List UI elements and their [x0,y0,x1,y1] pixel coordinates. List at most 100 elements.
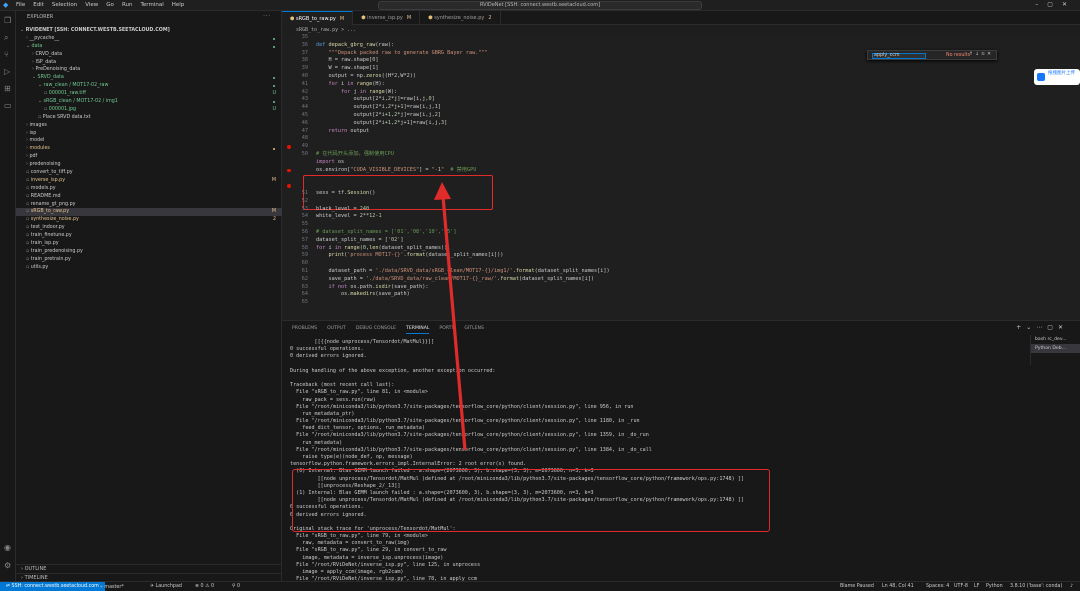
remote-indicator[interactable]: ⇌ SSH: connect.westb.seetacloud.com [0,582,105,591]
eol[interactable]: LF [974,584,979,589]
terminal-instance[interactable]: Python Deb... [1031,344,1080,353]
code-line[interactable]: 51 sess = tf.Session() [282,190,1080,198]
code-line[interactable]: 42 for j in range(W): [282,89,1080,97]
tree-item[interactable]: ▫ train_predenoising.py [16,248,282,256]
problems-indicator[interactable]: ⊗ 0 ⚠ 0 [195,584,214,589]
code-line[interactable]: 44 output[2*i,2*j+1]=raw[i,j,1] [282,104,1080,112]
account-icon[interactable]: ◉ [4,543,11,552]
code-line[interactable]: 62 save_path = './data/SRVD_data/raw_cle… [282,276,1080,284]
code-line[interactable]: 63 if not os.path.isdir(save_path): [282,284,1080,292]
menu-item-go[interactable]: Go [106,2,114,8]
code-line[interactable]: 53 black_level = 240 [282,206,1080,214]
tree-item[interactable]: ▫ 000001.jpg U [16,106,282,114]
tree-item[interactable]: ▫ models.py [16,185,282,193]
tree-item[interactable]: ▫ test_indoor.py [16,224,282,232]
breakpoint-icon[interactable] [287,184,291,188]
panel-tab-debug-console[interactable]: DEBUG CONSOLE [356,326,396,335]
tree-item[interactable]: ▫ Place SRVD data.txt [16,114,282,122]
code-line[interactable]: 59 print('process MOT17-{}'.format(datas… [282,252,1080,260]
panel-tab-gitlens[interactable]: GITLENS [464,326,484,335]
python-interpreter[interactable]: 3.8.10 ('base': conda) [1010,584,1062,589]
code-line[interactable]: 57 dataset_split_names = ['02'] [282,237,1080,245]
command-center[interactable]: RViDeNet [SSH: connect.westb.seetacloud.… [378,1,702,10]
tree-item[interactable]: ▫ synthesize_noise.py 2 [16,216,282,224]
editor-tab[interactable]: ⬢ inverse_isp.py M [353,11,421,25]
code-line[interactable] [282,174,1080,182]
terminal-output[interactable]: [[{{node unprocess/Tensordot/MatMul}}]] 0… [290,339,1038,591]
menu-item-run[interactable]: Run [122,2,133,8]
tree-item[interactable]: › pdf [16,153,282,161]
code-view[interactable]: 35 36 def depack_gbrg_raw(raw): 37 """Depac… [282,34,1080,320]
tree-item[interactable]: › model [16,137,282,145]
code-line[interactable]: 52 [282,198,1080,206]
editor-tab[interactable]: ⬢ sRGB_to_raw.py M [282,11,354,25]
tree-item[interactable]: › __pycache__ [16,35,282,43]
menu-item-edit[interactable]: Edit [33,2,44,8]
encoding[interactable]: UTF-8 [954,584,968,589]
search-icon[interactable]: ⌕ [4,33,8,43]
code-line[interactable]: 45 output[2*i+1,2*j]=raw[i,j,2] [282,112,1080,120]
tree-item[interactable]: › isp [16,130,282,138]
code-line[interactable]: 49 [282,143,1080,151]
tree-item[interactable]: ▫ rename_gt_png.py [16,201,282,209]
tree-item[interactable]: ⌄ data [16,43,282,51]
blame-indicator[interactable]: Blame Paused [840,584,874,589]
code-line[interactable]: 50 # 在代码开头添加，强制使用CPU [282,151,1080,159]
code-line[interactable]: 48 [282,135,1080,143]
tree-item[interactable]: ⌄ raw_clean / MOT17-02_raw [16,82,282,90]
tree-item[interactable]: ⌄ SRVD_data [16,74,282,82]
breakpoint-icon[interactable] [287,145,291,149]
extensions-icon[interactable]: ⊞ [4,84,11,93]
tree-item[interactable]: ▫ train_pretrain.py [16,256,282,264]
editor-tab[interactable]: ⬢ synthesize_noise.py 2 [420,11,501,25]
code-line[interactable]: 46 output[2*i+1,2*j+1]=raw[i,j,3] [282,120,1080,128]
bell-icon[interactable]: ♪ [1070,584,1073,589]
tree-item[interactable]: › ISP_data [16,59,282,67]
code-line[interactable]: 61 dataset_path = './data/SRVD_data/sRGB… [282,268,1080,276]
tree-item[interactable]: › images [16,122,282,130]
tree-item[interactable]: ⌄ RVIDENET [SSH: CONNECT.WESTB.SEETACLOU… [16,27,282,35]
panel-tab-ports[interactable]: PORTS [439,326,454,335]
remote-explorer-icon[interactable]: ▭ [4,101,12,110]
tree-item[interactable]: ▫ sRGB_to_raw.py M [16,208,282,217]
code-line[interactable]: os.environ["CUDA_VISIBLE_DEVICES"] = "-1… [282,167,1080,175]
menu-item-selection[interactable]: Selection [52,2,77,8]
gear-icon[interactable]: ⚙ [4,561,11,570]
menu-item-view[interactable]: View [85,2,98,8]
branch-indicator[interactable]: ⑂ master* [100,584,124,590]
code-line[interactable]: 41 for i in range(H): [282,81,1080,89]
run-debug-icon[interactable]: ▷ [4,67,10,76]
find-nav-icons[interactable]: ↑↓≡✕ [969,52,993,57]
ports-indicator[interactable]: ⚲ 0 [232,584,240,589]
code-line[interactable]: 56 # dataset_split_names = ['01','08','10… [282,229,1080,237]
menu-item-help[interactable]: Help [172,2,185,8]
terminal-instance[interactable]: bash rc_dev... [1031,335,1080,344]
tree-item[interactable]: ▫ 000001_raw.tiff U [16,90,282,98]
code-line[interactable] [282,182,1080,190]
tree-item[interactable]: ▫ utils.py [16,264,282,272]
more-icon[interactable]: ··· [263,13,271,19]
tree-item[interactable]: ▫ inverse_isp.py M [16,177,282,185]
find-input[interactable]: apply_ccm [872,53,926,59]
tree-item[interactable]: › PreDenoising_data [16,66,282,74]
code-line[interactable]: 60 [282,260,1080,268]
tree-item[interactable]: ▫ README.md [16,193,282,201]
menu-item-terminal[interactable]: Terminal [140,2,163,8]
code-line[interactable]: 64 os.makedirs(save_path) [282,291,1080,299]
tree-item[interactable]: ▫ convert_to_tiff.py [16,169,282,177]
code-line[interactable]: 39 W = raw.shape[1] [282,65,1080,73]
code-line[interactable]: 58 for i in range(0,len(dataset_split_nam… [282,245,1080,253]
panel-toolbar-icons[interactable]: +⌄⋯▢✕ [1016,324,1068,331]
breakpoint-icon[interactable] [287,168,291,173]
panel-tab-terminal[interactable]: TERMINAL [406,326,430,334]
source-control-icon[interactable]: ⑂ [4,50,9,59]
language-mode[interactable]: Python [986,584,1003,589]
outline-section[interactable]: › OUTLINE [16,564,282,573]
explorer-icon[interactable]: ❐ [4,16,11,25]
menu-item-file[interactable]: File [16,2,25,8]
tree-item[interactable]: ▫ train_isp.py [16,240,282,248]
tree-item[interactable]: ▫ train_finetune.py [16,232,282,240]
launchpad-indicator[interactable]: ✈ Launchpad [150,584,182,589]
code-line[interactable]: 40 output = np.zeros((H*2,W*2)) [282,73,1080,81]
tree-item[interactable]: › predenoising [16,161,282,169]
